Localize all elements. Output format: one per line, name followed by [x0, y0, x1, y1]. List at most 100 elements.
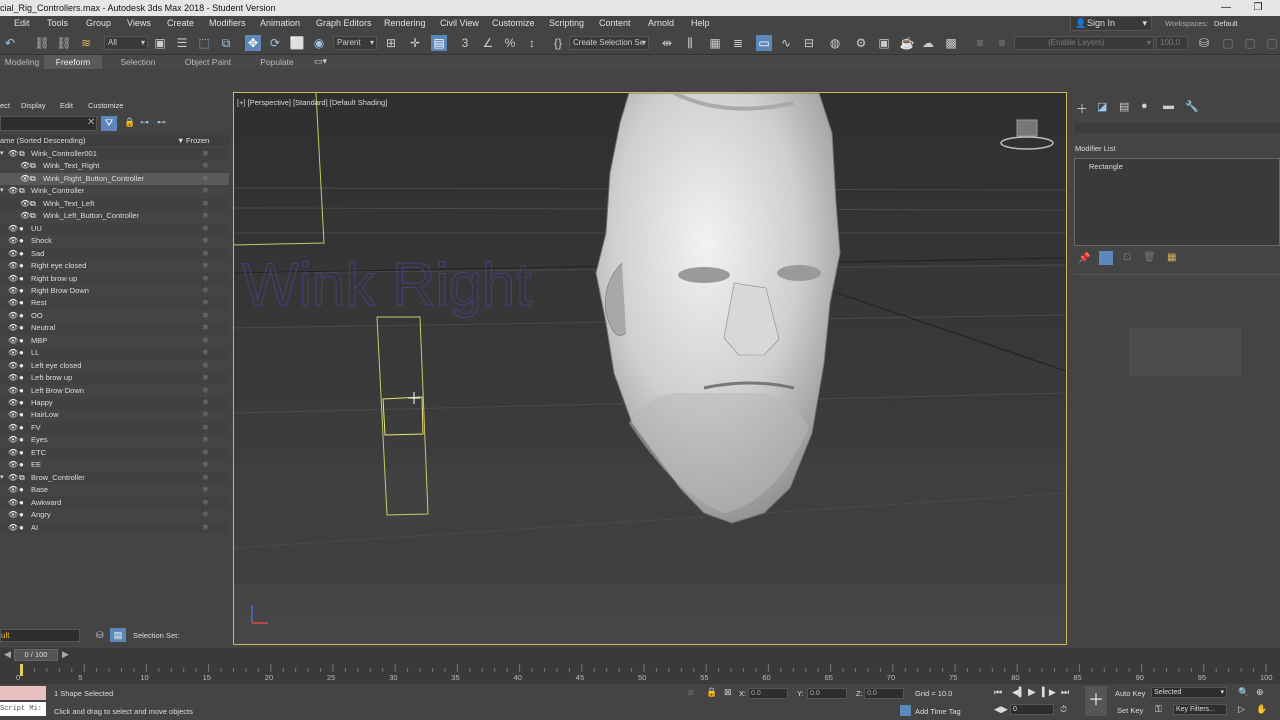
unlink-icon[interactable]: ⛓ [56, 35, 72, 51]
visibility-eye-icon[interactable]: 👁 [8, 372, 18, 384]
visibility-eye-icon[interactable]: 👁 [8, 397, 18, 409]
shape-icon[interactable]: ⧉ [19, 148, 25, 160]
frozen-icon[interactable]: ❄ [202, 397, 209, 409]
add-time-tag-button[interactable]: Add Time Tag [915, 707, 961, 716]
pivot-center-icon[interactable]: ⊞ [383, 35, 399, 51]
spinner-snap-icon[interactable]: ↕ [524, 35, 540, 51]
remove-modifier-icon[interactable]: 🗑 [1143, 252, 1156, 263]
percent-field[interactable]: 100.0 [1156, 36, 1188, 50]
show-end-result-icon[interactable] [1099, 251, 1113, 265]
layer-icon[interactable]: ⊷ [157, 117, 166, 128]
explorer-row[interactable]: 👁 ● Right eye closed ❄ [0, 260, 229, 273]
selected-dropdown[interactable]: Selected ▾ [1151, 687, 1227, 698]
play-icon[interactable]: ▶ [1028, 687, 1036, 698]
keyboard-shortcut-override-icon[interactable]: ▤ [431, 35, 447, 51]
shape-icon[interactable]: ⧉ [19, 472, 25, 484]
visibility-eye-icon[interactable]: 👁 [8, 472, 18, 484]
explorer-search-input[interactable] [0, 116, 97, 131]
frozen-icon[interactable]: ❄ [202, 434, 209, 446]
frozen-icon[interactable]: ❄ [202, 248, 209, 260]
renderable-icon[interactable]: ● [19, 347, 24, 359]
visibility-eye-icon[interactable]: 👁 [8, 285, 18, 297]
shape-icon[interactable]: ⧉ [30, 210, 36, 222]
frozen-icon[interactable]: ❄ [202, 297, 209, 309]
explorer-row[interactable]: 👁 ● Rest ❄ [0, 297, 229, 310]
explorer-row[interactable]: 👁 ● Right brow up ❄ [0, 272, 229, 285]
lock-icon[interactable]: 🔒 [124, 117, 135, 128]
renderable-icon[interactable]: ● [19, 223, 24, 235]
column-name[interactable]: ame (Sorted Descending) [0, 136, 85, 145]
time-prev-icon[interactable]: ◀ [4, 649, 11, 660]
explorer-row[interactable]: 👁 ● Happy ❄ [0, 397, 229, 410]
sign-in-button[interactable]: 👤 Sign In ▾ [1070, 16, 1152, 31]
create-tab-icon[interactable]: ＋ [1076, 100, 1088, 117]
explorer-menu-display[interactable]: Display [21, 101, 46, 110]
visibility-eye-icon[interactable]: 👁 [8, 273, 18, 285]
undo-icon[interactable]: ↶ [2, 35, 18, 51]
visibility-eye-icon[interactable]: 👁 [8, 447, 18, 459]
key-filter-toggle-icon[interactable]: ⚿ [1155, 704, 1162, 715]
layer-manager-icon[interactable]: ≡ [972, 35, 988, 51]
menu-group[interactable]: Group [86, 16, 111, 31]
auto-key-button[interactable]: Auto Key [1115, 689, 1145, 698]
hierarchy-icon[interactable]: ⊶ [140, 117, 149, 128]
frozen-icon[interactable]: ❄ [202, 335, 209, 347]
renderable-icon[interactable]: ● [19, 248, 24, 260]
frozen-icon[interactable]: ❄ [202, 497, 209, 509]
renderable-icon[interactable]: ● [19, 447, 24, 459]
frozen-icon[interactable]: ❄ [202, 185, 209, 197]
menu-create[interactable]: Create [167, 16, 194, 31]
renderable-icon[interactable]: ● [19, 509, 24, 521]
frozen-icon[interactable]: ❄ [202, 210, 209, 222]
renderable-icon[interactable]: ● [19, 385, 24, 397]
absolute-mode-icon[interactable]: ⊠ [724, 687, 732, 698]
render-in-cloud-icon[interactable]: ☁ [920, 35, 936, 51]
pan-icon[interactable]: ✋ [1256, 704, 1267, 715]
stack-icon[interactable]: ⛁ [1196, 35, 1212, 51]
maxscript-mini-input[interactable]: Script Mi: [0, 702, 46, 716]
explorer-row[interactable]: 👁 ● ETC ❄ [0, 446, 229, 460]
angle-snap-icon[interactable]: ∠ [480, 35, 496, 51]
renderable-icon[interactable]: ● [19, 260, 24, 272]
explorer-row[interactable]: 👁 ● UU ❄ [0, 222, 229, 236]
menu-views[interactable]: Views [127, 16, 151, 31]
layers-stack-icon[interactable]: ⛁ [96, 630, 104, 641]
menu-modifiers[interactable]: Modifiers [209, 16, 246, 31]
shape-icon[interactable]: ⧉ [30, 160, 36, 172]
explorer-row[interactable]: ▾ 👁 ⧉ Wink_Controller001 ❄ [0, 148, 229, 161]
schematic-view-icon[interactable]: ⊟ [801, 35, 817, 51]
z-coordinate-field[interactable]: 0.0 [864, 688, 904, 699]
renderable-icon[interactable]: ● [19, 372, 24, 384]
frozen-icon[interactable]: ❄ [202, 484, 209, 496]
visibility-eye-icon[interactable]: 👁 [8, 248, 18, 260]
curve-editor-icon[interactable]: ∿ [778, 35, 794, 51]
minimize-button[interactable]: — [1216, 0, 1236, 16]
menu-edit[interactable]: Edit [14, 16, 30, 31]
visibility-eye-icon[interactable]: 👁 [8, 509, 18, 521]
frozen-icon[interactable]: ❄ [202, 509, 209, 521]
pin-stack-icon[interactable]: 📌 [1078, 253, 1090, 264]
tab-selection[interactable]: Selection [110, 55, 166, 69]
time-marker[interactable] [20, 664, 23, 676]
container-close-icon[interactable]: ▢ [1264, 35, 1280, 51]
link-icon[interactable]: ⛓ [34, 35, 50, 51]
select-object-icon[interactable]: ▣ [152, 35, 168, 51]
set-keys-icon[interactable]: ＋ [1085, 686, 1107, 716]
renderable-icon[interactable]: ● [19, 484, 24, 496]
visibility-eye-icon[interactable]: 👁 [8, 434, 18, 446]
hierarchy-tab-icon[interactable]: ▤ [1119, 100, 1129, 113]
menu-civil-view[interactable]: Civil View [440, 16, 479, 31]
rotate-icon[interactable]: ⟳ [267, 35, 283, 51]
wink-right-text-shape[interactable]: Wink Right [242, 251, 533, 319]
explorer-row[interactable]: 👁 ● Left eye closed ❄ [0, 360, 229, 373]
renderable-icon[interactable]: ● [19, 434, 24, 446]
visibility-eye-icon[interactable]: 👁 [8, 335, 18, 347]
visibility-eye-icon[interactable]: 👁 [20, 160, 30, 172]
render-setup-icon[interactable]: ⚙ [853, 35, 869, 51]
frozen-icon[interactable]: ❄ [202, 385, 209, 397]
named-selection-set-dropdown[interactable]: Create Selection Se ▾ [569, 36, 649, 50]
frozen-icon[interactable]: ❄ [202, 235, 209, 247]
time-next-icon[interactable]: ▶ [62, 649, 69, 660]
frozen-icon[interactable]: ❄ [202, 422, 209, 434]
utilities-tab-icon[interactable]: 🔧 [1185, 100, 1199, 113]
